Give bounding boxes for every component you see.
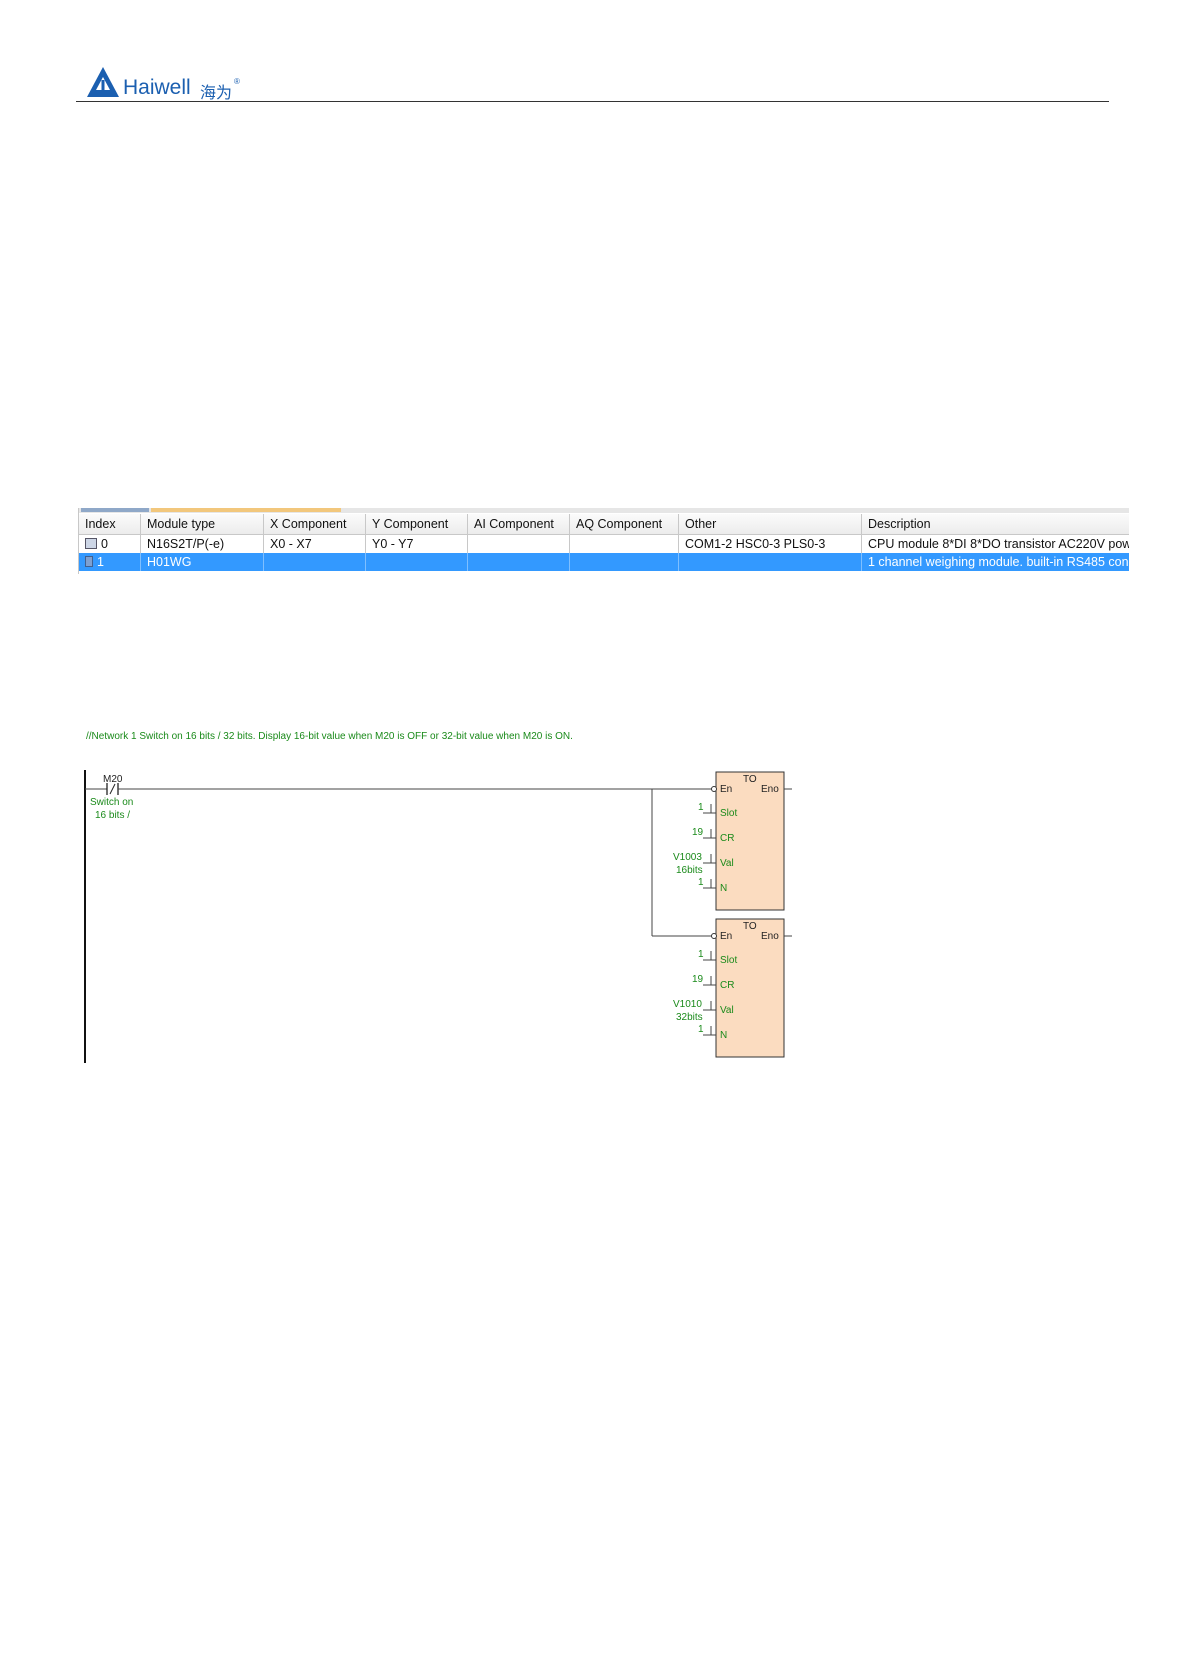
- pin-value-val: V1010: [673, 999, 702, 1010]
- column-header-index[interactable]: Index: [79, 514, 141, 534]
- column-header-description[interactable]: Description: [862, 514, 1129, 534]
- module-type-cell: N16S2T/P(-e): [141, 535, 264, 553]
- pin-value-n: 1: [698, 877, 704, 888]
- pin-label-cr: CR: [720, 833, 734, 844]
- nc-contact-m20[interactable]: M20 Switch on 16 bits /: [85, 774, 133, 821]
- pin-value-slot: 1: [698, 949, 704, 960]
- to-function-block-2[interactable]: TO En Eno Slot 1 CR 19 Val V1010 32bits …: [673, 918, 792, 1058]
- pin-value-cr: 19: [692, 974, 704, 985]
- other-cell: COM1-2 HSC0-3 PLS0-3: [679, 535, 862, 553]
- row-index-cell: 1: [79, 553, 141, 571]
- ai-component-cell: [468, 553, 570, 571]
- block-name: TO: [743, 921, 757, 932]
- registered-mark: ®: [234, 77, 240, 86]
- module-table: Index Module type X Component Y Componen…: [78, 508, 1129, 574]
- table-tab-strip: [79, 508, 1129, 513]
- expansion-module-icon: [85, 556, 93, 567]
- pin-label-n: N: [720, 1030, 727, 1041]
- block-eno-pin: Eno: [761, 784, 779, 795]
- pin-label-n: N: [720, 883, 727, 894]
- column-header-aq-component[interactable]: AQ Component: [570, 514, 679, 534]
- table-row[interactable]: 0 N16S2T/P(-e) X0 - X7 Y0 - Y7 COM1-2 HS…: [79, 535, 1129, 553]
- x-component-cell: [264, 553, 366, 571]
- module-type-cell: H01WG: [141, 553, 264, 571]
- block-en-pin: En: [720, 784, 732, 795]
- haiwell-logo-icon: [87, 67, 119, 97]
- aq-component-cell: [570, 535, 679, 553]
- column-header-x-component[interactable]: X Component: [264, 514, 366, 534]
- column-header-y-component[interactable]: Y Component: [366, 514, 468, 534]
- row-index-cell: 0: [79, 535, 141, 553]
- block-eno-pin: Eno: [761, 931, 779, 942]
- pin-comment-val: 32bits: [676, 1012, 703, 1023]
- pin-value-slot: 1: [698, 802, 704, 813]
- column-header-other[interactable]: Other: [679, 514, 862, 534]
- column-header-ai-component[interactable]: AI Component: [468, 514, 570, 534]
- pin-value-val: V1003: [673, 852, 702, 863]
- pin-label-val: Val: [720, 858, 734, 869]
- network-comment: //Network 1 Switch on 16 bits / 32 bits.…: [86, 731, 573, 742]
- pin-value-n: 1: [698, 1024, 704, 1035]
- pin-label-val: Val: [720, 1005, 734, 1016]
- contact-comment-line2: 16 bits /: [95, 810, 130, 821]
- pin-label-slot: Slot: [720, 955, 737, 966]
- pin-label-slot: Slot: [720, 808, 737, 819]
- pin-value-cr: 19: [692, 827, 704, 838]
- y-component-cell: [366, 553, 468, 571]
- contact-address: M20: [103, 774, 123, 785]
- cpu-module-icon: [85, 538, 97, 549]
- x-component-cell: X0 - X7: [264, 535, 366, 553]
- y-component-cell: Y0 - Y7: [366, 535, 468, 553]
- block-en-pin: En: [720, 931, 732, 942]
- table-row-selected[interactable]: 1 H01WG 1 channel weighing module. built…: [79, 553, 1129, 571]
- brand-name: Haiwell: [123, 76, 191, 99]
- aq-component-cell: [570, 553, 679, 571]
- ai-component-cell: [468, 535, 570, 553]
- pin-label-cr: CR: [720, 980, 734, 991]
- description-cell: 1 channel weighing module. built-in RS48…: [868, 555, 1129, 569]
- page-header: Haiwell 海为 ®: [78, 64, 1108, 102]
- contact-comment-line1: Switch on: [90, 797, 133, 808]
- column-header-module-type[interactable]: Module type: [141, 514, 264, 534]
- header-divider: [76, 101, 1109, 102]
- to-function-block-1[interactable]: TO En Eno Slot 1 CR 19 Val V1003 16bits …: [673, 771, 792, 911]
- table-header-row: Index Module type X Component Y Componen…: [79, 514, 1129, 535]
- description-cell: CPU module 8*DI 8*DO transistor AC220V p…: [868, 537, 1129, 551]
- pin-comment-val: 16bits: [676, 865, 703, 876]
- ladder-diagram: M20 Switch on 16 bits / TO En Eno Slot 1…: [84, 770, 792, 1063]
- block-name: TO: [743, 774, 757, 785]
- brand-name-cn: 海为: [200, 83, 233, 102]
- other-cell: [679, 553, 862, 571]
